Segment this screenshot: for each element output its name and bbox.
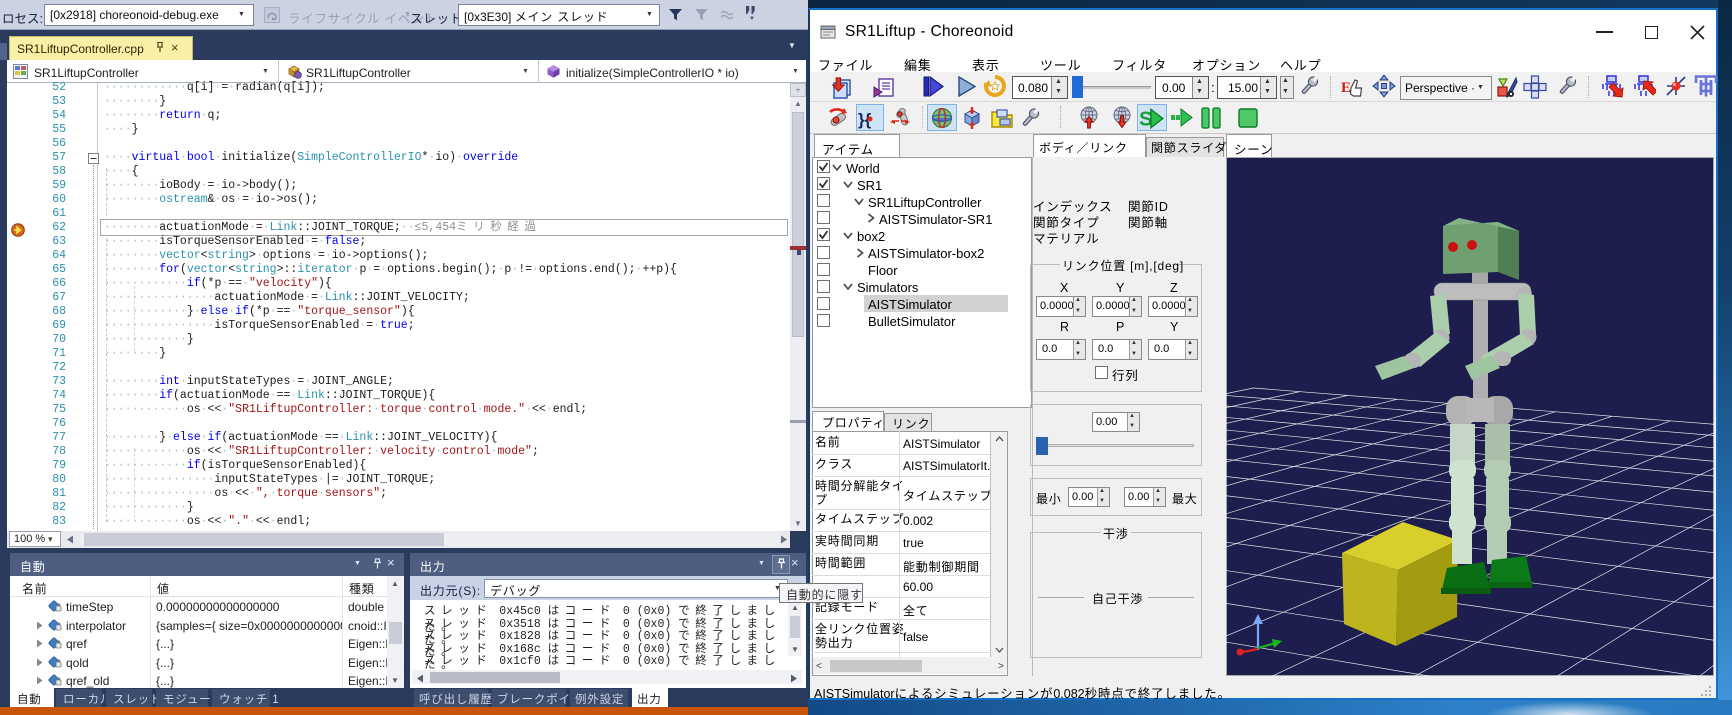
- svg-text:E: E: [1341, 80, 1351, 96]
